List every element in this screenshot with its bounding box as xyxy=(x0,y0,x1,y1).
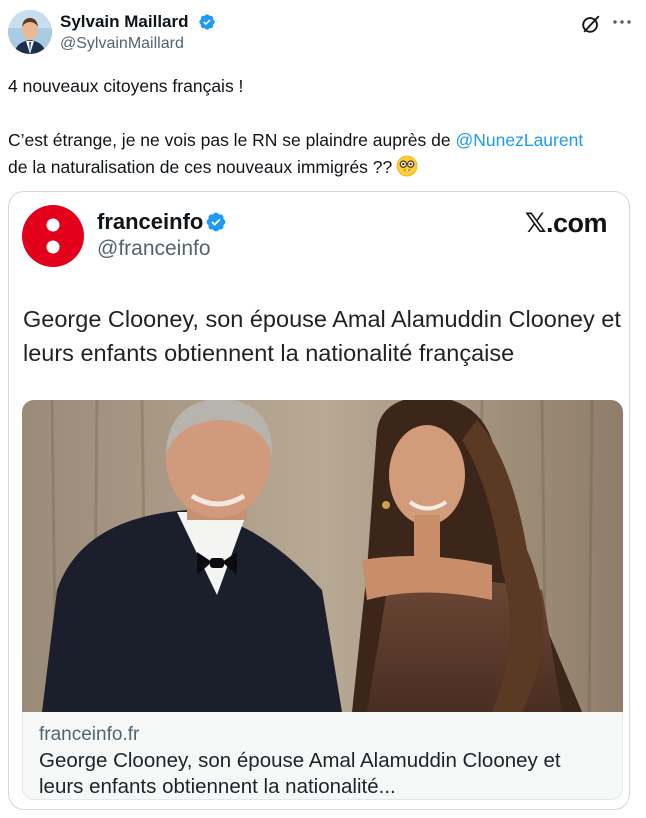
quoted-tweet-card[interactable]: franceinfo @franceinfo 𝕏.com George Cloo… xyxy=(8,191,630,810)
article-photo[interactable] xyxy=(22,400,623,712)
tweet-line-2: C’est étrange, je ne vois pas le RN se p… xyxy=(8,127,633,154)
verified-badge-icon xyxy=(206,212,226,232)
tweet-line-1: 4 nouveaux citoyens français ! xyxy=(8,76,244,96)
grok-icon[interactable] xyxy=(580,13,602,35)
tweet-line-2-text: C’est étrange, je ne vois pas le RN se p… xyxy=(8,130,456,150)
mention-link[interactable]: @NunezLaurent xyxy=(455,130,583,150)
author-name[interactable]: Sylvain Maillard xyxy=(60,12,189,32)
link-domain: franceinfo.fr xyxy=(39,724,140,745)
quoted-headline: George Clooney, son épouse Amal Alamuddi… xyxy=(23,306,621,366)
author-avatar[interactable] xyxy=(8,10,52,54)
more-icon[interactable] xyxy=(610,10,634,34)
link-preview[interactable]: franceinfo.fr George Clooney, son épouse… xyxy=(22,712,623,800)
link-title-line-2: leurs enfants obtiennent la nationalité.… xyxy=(39,775,396,798)
quoted-author-handle[interactable]: @franceinfo xyxy=(97,237,211,261)
tweet-text: 4 nouveaux citoyens français ! C’est étr… xyxy=(8,73,633,181)
tweet-line-3: de la naturalisation de ces nouveaux imm… xyxy=(8,154,633,181)
nerd-face-emoji xyxy=(396,155,418,177)
author-handle[interactable]: @SylvainMaillard xyxy=(60,35,184,53)
franceinfo-logo[interactable] xyxy=(22,205,84,267)
tweet-header: Sylvain Maillard @SylvainMaillard xyxy=(8,8,638,56)
x-com-source: 𝕏.com xyxy=(524,208,608,238)
link-title-line-1: George Clooney, son épouse Amal Alamuddi… xyxy=(39,749,561,772)
quoted-author-name[interactable]: franceinfo xyxy=(97,209,203,235)
verified-badge-icon xyxy=(199,14,215,30)
tweet-line-3-text: de la naturalisation de ces nouveaux imm… xyxy=(8,157,393,177)
